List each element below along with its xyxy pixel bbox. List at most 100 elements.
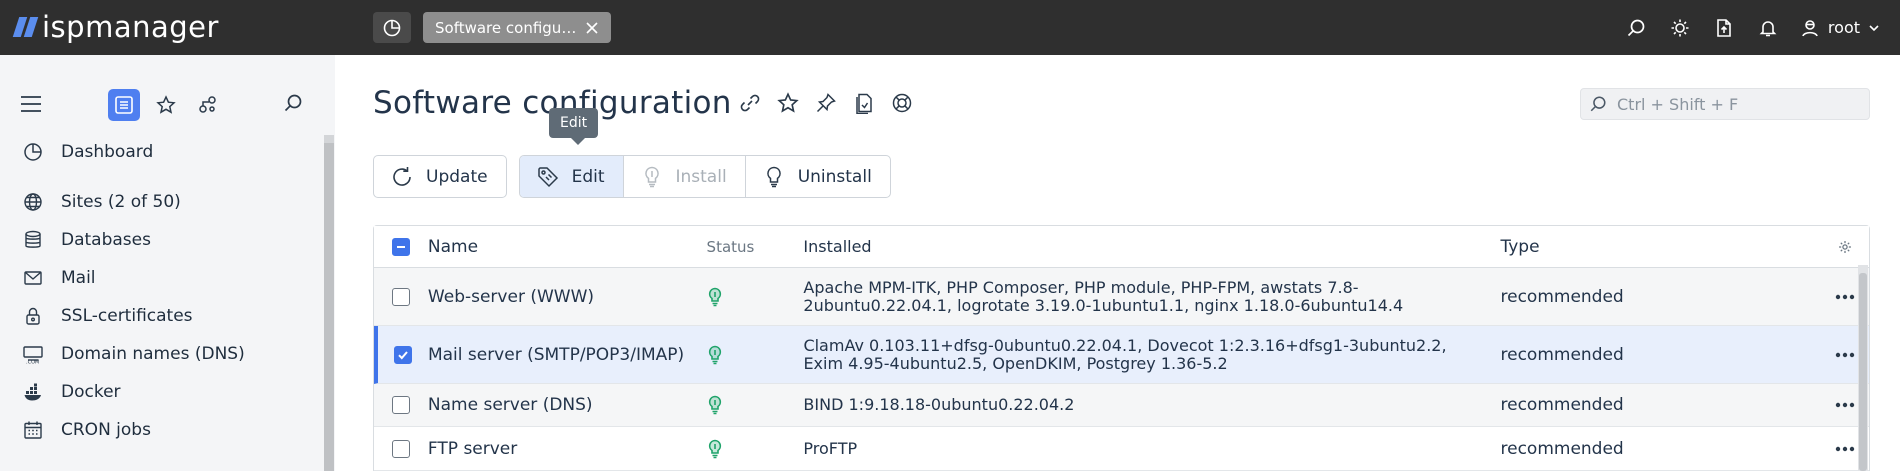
pin-icon[interactable] [814, 91, 838, 115]
main-content: Software configuration Edit Update [335, 55, 1900, 471]
sidebar-toolbar [0, 85, 335, 129]
svg-text:.COM: .COM [26, 360, 39, 365]
help-lifebuoy-icon[interactable] [890, 91, 914, 115]
tag-edit-icon [536, 165, 560, 189]
database-icon [22, 229, 44, 251]
sidebar-scrollbar[interactable] [324, 135, 334, 471]
sidebar: Dashboard Sites (2 of 50) Databases Mail… [0, 55, 335, 471]
search-icon[interactable] [1614, 0, 1658, 55]
table-scrollbar-thumb[interactable] [1859, 273, 1867, 471]
sidebar-item-label: Domain names (DNS) [61, 344, 245, 364]
user-name: root [1827, 18, 1860, 37]
column-header-installed[interactable]: Installed [803, 237, 1500, 256]
toolbar: Update Edit Install Uninstall [373, 155, 891, 198]
status-bulb-on-icon [708, 395, 721, 415]
sidebar-item-databases[interactable]: Databases [0, 221, 325, 259]
select-all-cell [374, 237, 428, 256]
sidebar-item-cron-jobs[interactable]: CRON jobs [0, 411, 325, 449]
sidebar-item-label: Sites (2 of 50) [61, 192, 181, 212]
table-row[interactable]: Name server (DNS) BIND 1:9.18.18-0ubuntu… [374, 384, 1869, 427]
sidebar-scrollbar-thumb[interactable] [324, 143, 334, 471]
sidebar-item-sites[interactable]: Sites (2 of 50) [0, 183, 325, 221]
sidebar-item-label: CRON jobs [61, 420, 151, 440]
table-row[interactable]: FTP server ProFTP recommended [374, 427, 1869, 471]
sidebar-item-domain-names[interactable]: .COM Domain names (DNS) [0, 335, 325, 373]
update-label: Update [426, 166, 488, 187]
link-icon[interactable] [738, 91, 762, 115]
list-icon [115, 96, 133, 114]
refresh-icon [390, 165, 414, 189]
row-installed: Apache MPM-ITK, PHP Composer, PHP module… [803, 277, 1404, 315]
search-icon [1590, 96, 1606, 112]
column-header-type[interactable]: Type [1501, 237, 1821, 257]
tab-software-configuration[interactable]: Software configuration [423, 12, 611, 43]
select-all-checkbox[interactable] [391, 237, 410, 256]
groups-view-button[interactable] [192, 89, 224, 121]
table-row[interactable]: Mail server (SMTP/POP3/IMAP) ClamAv 0.10… [374, 326, 1869, 384]
table-header: Name Status Installed Type [374, 226, 1869, 268]
upload-file-icon[interactable] [1702, 0, 1746, 55]
table-settings-icon[interactable] [1820, 240, 1869, 254]
globe-icon [22, 191, 44, 213]
top-icons: root [1614, 0, 1880, 55]
dashboard-tab-button[interactable] [373, 12, 411, 43]
status-bulb-on-icon [708, 345, 721, 364]
table-row[interactable]: Web-server (WWW) Apache MPM-ITK, PHP Com… [374, 268, 1869, 326]
list-view-button[interactable] [108, 89, 140, 121]
sidebar-item-docker[interactable]: Docker [0, 373, 325, 411]
sidebar-search-icon[interactable] [283, 93, 303, 117]
calendar-icon [22, 419, 44, 441]
global-search-input[interactable] [1617, 94, 1847, 114]
sidebar-item-label: Dashboard [61, 142, 154, 162]
sidebar-item-ssl-certificates[interactable]: SSL-certificates [0, 297, 325, 335]
dashboard-icon [22, 141, 44, 163]
docker-icon [22, 381, 44, 403]
row-checkbox[interactable] [391, 396, 410, 414]
logo[interactable]: ispmanager [12, 8, 219, 46]
column-header-status[interactable]: Status [707, 238, 804, 256]
row-checkbox[interactable] [391, 287, 410, 306]
sidebar-item-dashboard[interactable]: Dashboard [0, 133, 325, 171]
row-type: recommended [1500, 286, 1624, 307]
sidebar-item-label: Mail [61, 268, 96, 288]
column-header-name[interactable]: Name [428, 237, 707, 257]
row-name: Name server (DNS) [427, 395, 593, 415]
close-icon[interactable] [585, 21, 599, 35]
logo-text: ispmanager [42, 10, 219, 44]
title-actions [738, 91, 914, 115]
user-menu[interactable]: root [1800, 18, 1880, 38]
row-installed: ClamAv 0.103.11+dfsg-0ubuntu0.22.04.1, D… [803, 335, 1447, 373]
sidebar-item-mail[interactable]: Mail [0, 259, 325, 297]
sidebar-item-label: SSL-certificates [61, 306, 193, 326]
chevron-down-icon [1869, 24, 1879, 31]
row-checkbox[interactable] [391, 439, 410, 458]
uninstall-label: Uninstall [797, 166, 872, 187]
update-button[interactable]: Update [373, 155, 507, 198]
row-name: FTP server [427, 438, 518, 459]
theme-sun-icon[interactable] [1658, 0, 1702, 55]
row-checkbox[interactable] [393, 345, 412, 364]
status-bulb-on-icon [708, 287, 721, 306]
global-search[interactable] [1580, 88, 1870, 120]
uninstall-button[interactable]: Uninstall [746, 156, 890, 197]
row-name: Web-server (WWW) [427, 286, 595, 307]
table-scrollbar[interactable] [1858, 265, 1868, 471]
install-label: Install [675, 166, 727, 187]
tab-label: Software configuration [435, 18, 577, 37]
row-type: recommended [1500, 344, 1624, 365]
status-bulb-on-icon [708, 439, 721, 458]
sidebar-view-switch [108, 89, 224, 121]
row-type: recommended [1500, 395, 1624, 415]
bell-icon[interactable] [1746, 0, 1790, 55]
menu-icon[interactable] [20, 95, 42, 117]
edit-label: Edit [571, 166, 605, 187]
top-bar: ispmanager Software configuration root [0, 0, 1900, 55]
dashboard-icon [383, 19, 401, 36]
row-installed: ProFTP [803, 438, 858, 458]
install-button[interactable]: Install [624, 156, 746, 197]
favorites-view-button[interactable] [150, 89, 182, 121]
edit-button[interactable]: Edit [519, 156, 624, 197]
document-icon[interactable] [852, 91, 876, 115]
software-table: Name Status Installed Type Web-server (W… [373, 225, 1870, 471]
star-icon[interactable] [776, 91, 800, 115]
